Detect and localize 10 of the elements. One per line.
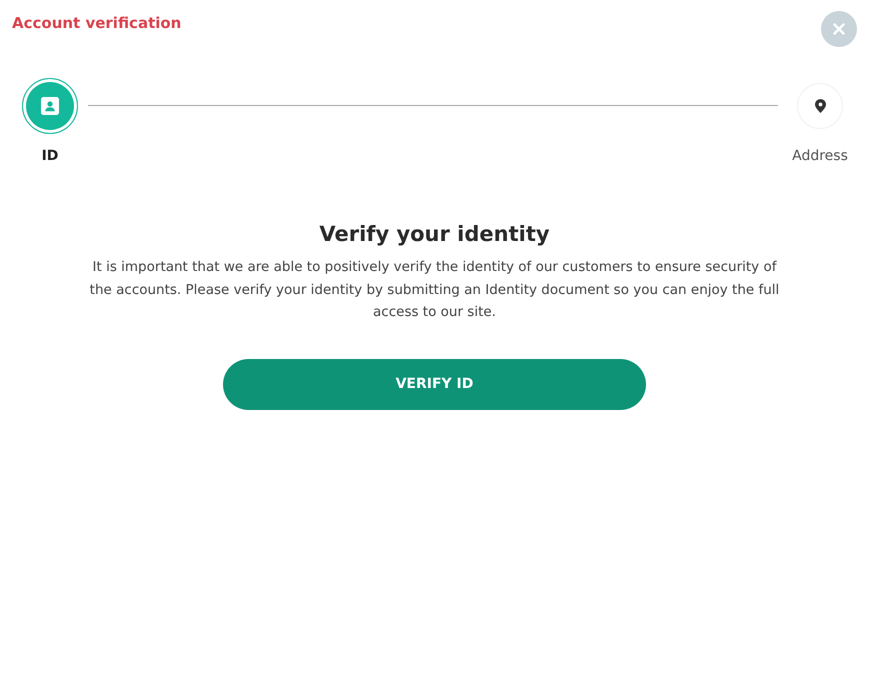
step-label: ID	[42, 148, 58, 164]
close-icon	[833, 23, 845, 35]
dialog-title: Account verification	[12, 14, 182, 32]
id-card-icon	[41, 97, 59, 115]
section-heading: Verify your identity	[319, 222, 550, 246]
verify-id-button[interactable]: VERIFY ID	[223, 358, 646, 410]
map-pin-icon	[814, 99, 826, 113]
close-button[interactable]	[821, 11, 857, 47]
description-text: It is important that we are able to positively verify the identity of our customers to ensure security of the accounts. Please verify your identity by submitting an Identity document so you can enjoy the full access to our site.	[88, 258, 780, 322]
step-label: Address	[792, 148, 848, 164]
